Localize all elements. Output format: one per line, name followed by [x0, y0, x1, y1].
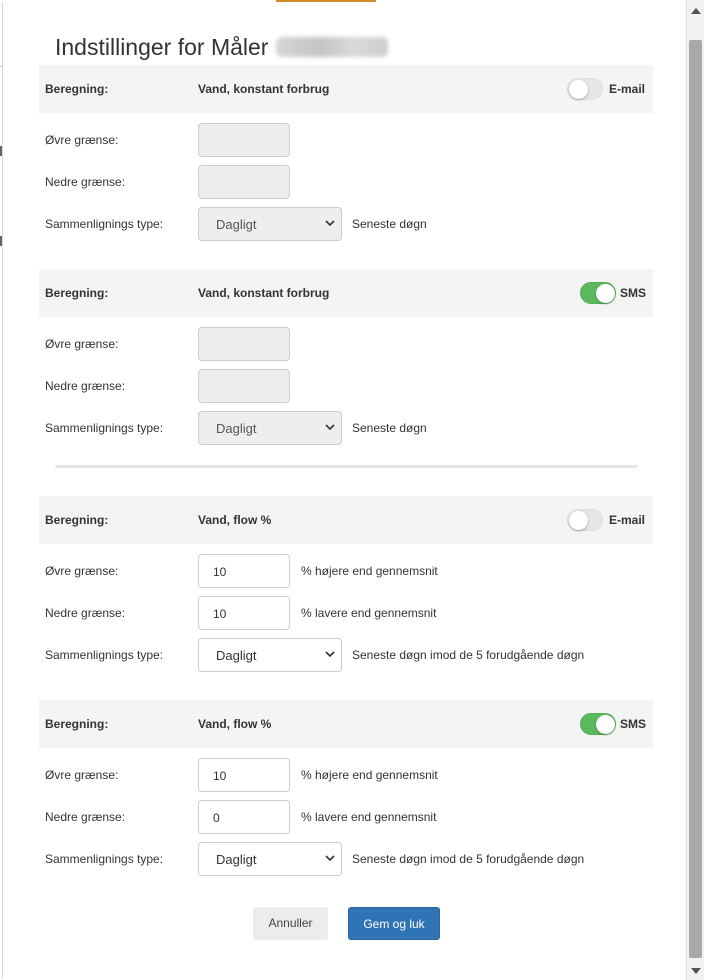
- compare-type-label: Sammenlignings type:: [45, 217, 164, 231]
- compare-type-value: Dagligt: [216, 217, 257, 232]
- alert-section-1: Beregning: Vand, konstant forbrug E-mail…: [39, 65, 653, 245]
- compare-type-select[interactable]: Dagligt: [198, 842, 342, 876]
- lower-limit-hint: % lavere end gennemsnit: [301, 606, 437, 620]
- section-header: Beregning: Vand, konstant forbrug E-mail: [39, 65, 653, 113]
- upper-limit-label: Øvre grænse:: [45, 768, 119, 782]
- sms-toggle[interactable]: [580, 282, 616, 304]
- chevron-down-icon: [325, 220, 335, 227]
- compare-type-select[interactable]: Dagligt: [198, 638, 342, 672]
- lower-limit-row: Nedre grænse: 10 % lavere end gennemsnit: [45, 596, 645, 630]
- compare-type-select[interactable]: Dagligt: [198, 207, 342, 241]
- compare-type-label: Sammenlignings type:: [45, 648, 164, 662]
- compare-type-row: Sammenlignings type: Dagligt Seneste døg…: [45, 207, 645, 241]
- upper-limit-input[interactable]: [198, 123, 290, 157]
- compare-type-value: Dagligt: [216, 421, 257, 436]
- channel-label: E-mail: [609, 82, 646, 96]
- compare-type-label: Sammenlignings type:: [45, 852, 164, 866]
- compare-type-select[interactable]: Dagligt: [198, 411, 342, 445]
- toggle-knob: [569, 80, 588, 99]
- chevron-down-icon: [325, 651, 335, 658]
- vertical-scrollbar[interactable]: [686, 0, 704, 980]
- group-divider: [55, 465, 638, 468]
- calc-label: Beregning:: [45, 286, 109, 300]
- lower-limit-input[interactable]: [198, 165, 290, 199]
- calc-label: Beregning:: [45, 82, 109, 96]
- compare-type-value: Dagligt: [216, 648, 257, 663]
- alert-section-3: Beregning: Vand, flow % E-mail Øvre græn…: [39, 496, 653, 676]
- lower-limit-hint: % lavere end gennemsnit: [301, 810, 437, 824]
- calc-value: Vand, flow %: [198, 717, 272, 731]
- upper-limit-input[interactable]: [198, 327, 290, 361]
- lower-limit-label: Nedre grænse:: [45, 379, 126, 393]
- upper-limit-label: Øvre grænse:: [45, 337, 119, 351]
- toggle-knob: [596, 284, 615, 303]
- scroll-up-arrow-icon[interactable]: [691, 8, 701, 14]
- upper-limit-row: Øvre grænse:: [45, 327, 645, 361]
- scroll-down-arrow-icon[interactable]: [691, 968, 701, 974]
- lower-limit-input[interactable]: 0: [198, 800, 290, 834]
- calc-label: Beregning:: [45, 717, 109, 731]
- lower-limit-row: Nedre grænse: 0 % lavere end gennemsnit: [45, 800, 645, 834]
- compare-type-hint: Seneste døgn: [352, 217, 427, 231]
- dialog-title-text: Indstillinger for Måler: [55, 34, 269, 60]
- scrollbar-thumb[interactable]: [689, 40, 702, 958]
- upper-limit-row: Øvre grænse:: [45, 123, 645, 157]
- cancel-button[interactable]: Annuller: [253, 907, 328, 940]
- lower-limit-input[interactable]: [198, 369, 290, 403]
- chevron-down-icon: [325, 424, 335, 431]
- upper-limit-hint: % højere end gennemsnit: [301, 564, 438, 578]
- compare-type-label: Sammenlignings type:: [45, 421, 164, 435]
- save-and-close-button[interactable]: Gem og luk: [348, 907, 440, 940]
- upper-limit-row: Øvre grænse: 10 % højere end gennemsnit: [45, 554, 645, 588]
- channel-label: E-mail: [609, 513, 646, 527]
- calc-value: Vand, konstant forbrug: [198, 82, 330, 96]
- lower-limit-label: Nedre grænse:: [45, 175, 126, 189]
- calc-value: Vand, konstant forbrug: [198, 286, 330, 300]
- lower-limit-label: Nedre grænse:: [45, 810, 126, 824]
- lower-limit-input[interactable]: 10: [198, 596, 290, 630]
- compare-type-row: Sammenlignings type: Dagligt Seneste døg…: [45, 842, 645, 876]
- upper-limit-input[interactable]: 10: [198, 758, 290, 792]
- compare-type-row: Sammenlignings type: Dagligt Seneste døg…: [45, 638, 645, 672]
- chevron-down-icon: [325, 855, 335, 862]
- channel-label: SMS: [620, 286, 647, 300]
- upper-limit-input[interactable]: 10: [198, 554, 290, 588]
- meter-id-redacted: [276, 37, 389, 57]
- compare-type-hint: Seneste døgn: [352, 421, 427, 435]
- section-header: Beregning: Vand, flow % SMS: [39, 700, 653, 748]
- lower-limit-label: Nedre grænse:: [45, 606, 126, 620]
- compare-type-hint: Seneste døgn imod de 5 forudgående døgn: [352, 648, 585, 662]
- dialog-title: Indstillinger for Måler: [55, 34, 389, 61]
- upper-limit-hint: % højere end gennemsnit: [301, 768, 438, 782]
- compare-type-hint: Seneste døgn imod de 5 forudgående døgn: [352, 852, 585, 866]
- compare-type-row: Sammenlignings type: Dagligt Seneste døg…: [45, 411, 645, 445]
- alert-section-2: Beregning: Vand, konstant forbrug SMS Øv…: [39, 269, 653, 449]
- toggle-knob: [596, 715, 615, 734]
- sms-toggle[interactable]: [580, 713, 616, 735]
- calc-label: Beregning:: [45, 513, 109, 527]
- meter-settings-dialog: Indstillinger for Måler Beregning: Vand,…: [2, 2, 686, 978]
- calc-value: Vand, flow %: [198, 513, 272, 527]
- section-header: Beregning: Vand, flow % E-mail: [39, 496, 653, 544]
- alert-section-4: Beregning: Vand, flow % SMS Øvre grænse:…: [39, 700, 653, 880]
- lower-limit-row: Nedre grænse:: [45, 165, 645, 199]
- upper-limit-row: Øvre grænse: 10 % højere end gennemsnit: [45, 758, 645, 792]
- upper-limit-label: Øvre grænse:: [45, 564, 119, 578]
- upper-limit-label: Øvre grænse:: [45, 133, 119, 147]
- email-toggle[interactable]: [567, 78, 603, 100]
- lower-limit-row: Nedre grænse:: [45, 369, 645, 403]
- toggle-knob: [569, 511, 588, 530]
- section-header: Beregning: Vand, konstant forbrug SMS: [39, 269, 653, 317]
- email-toggle[interactable]: [567, 509, 603, 531]
- channel-label: SMS: [620, 717, 647, 731]
- compare-type-value: Dagligt: [216, 852, 257, 867]
